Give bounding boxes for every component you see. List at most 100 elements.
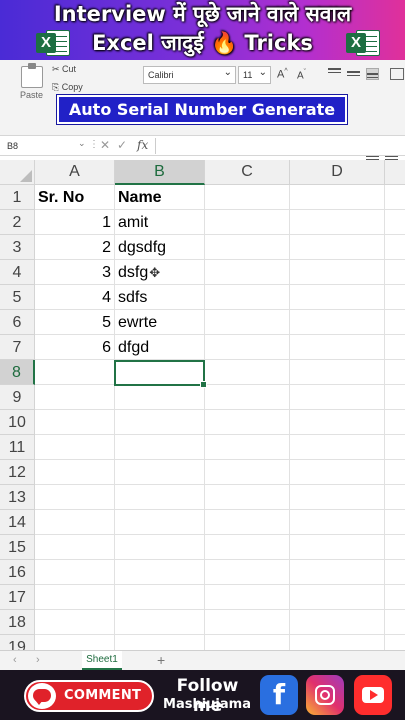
grid-cell[interactable]	[205, 460, 290, 485]
grid-cell[interactable]	[35, 410, 115, 435]
row-header-1[interactable]: 1	[0, 185, 35, 210]
grid-cell[interactable]	[385, 610, 405, 635]
column-header-d[interactable]: D	[290, 160, 385, 185]
grid-cell[interactable]	[205, 360, 290, 385]
cell-b4[interactable]: dsfg✥	[115, 260, 205, 285]
cell-b7[interactable]: dfgd	[115, 335, 205, 360]
increase-font-size-button[interactable]: A^	[277, 68, 288, 81]
grid-cell[interactable]	[290, 235, 385, 260]
row-header-13[interactable]: 13	[0, 485, 35, 510]
formula-input[interactable]	[155, 138, 405, 154]
align-middle-icon[interactable]	[347, 68, 360, 80]
grid-cell[interactable]	[205, 485, 290, 510]
cut-button[interactable]: ✂ Cut	[52, 64, 76, 75]
row-header-3[interactable]: 3	[0, 235, 35, 260]
grid-cell[interactable]	[290, 285, 385, 310]
grid-cell[interactable]	[290, 260, 385, 285]
row-header-15[interactable]: 15	[0, 535, 35, 560]
grid-cell[interactable]	[205, 635, 290, 650]
grid-cell[interactable]	[35, 560, 115, 585]
grid-cell[interactable]	[385, 635, 405, 650]
paste-icon[interactable]	[21, 63, 43, 88]
grid-cell[interactable]	[205, 535, 290, 560]
column-header-c[interactable]: C	[205, 160, 290, 185]
grid-cell[interactable]	[385, 360, 405, 385]
grid-cell[interactable]	[290, 485, 385, 510]
chevron-right-icon[interactable]: ›	[36, 654, 40, 666]
grid-cell[interactable]	[385, 185, 405, 210]
copy-button[interactable]: ⎘ Copy	[52, 82, 83, 93]
row-header-8[interactable]: 8	[0, 360, 35, 385]
grid-cell[interactable]	[385, 310, 405, 335]
cell-a5[interactable]: 4	[35, 285, 115, 310]
font-name-select[interactable]: Calibri	[143, 66, 236, 84]
cancel-icon[interactable]: ✕	[100, 138, 110, 152]
row-header-16[interactable]: 16	[0, 560, 35, 585]
grid-cell[interactable]	[205, 310, 290, 335]
grid-cell[interactable]	[385, 535, 405, 560]
grid-cell[interactable]	[35, 635, 115, 650]
grid-cell[interactable]	[205, 235, 290, 260]
cell-a7[interactable]: 6	[35, 335, 115, 360]
grid-cell[interactable]	[385, 260, 405, 285]
row-header-12[interactable]: 12	[0, 460, 35, 485]
grid-cell[interactable]	[290, 635, 385, 650]
grid-cell[interactable]	[385, 285, 405, 310]
row-header-18[interactable]: 18	[0, 610, 35, 635]
tab-sheet1[interactable]: Sheet1	[82, 651, 122, 670]
grid-cell[interactable]	[290, 460, 385, 485]
youtube-icon[interactable]	[354, 675, 392, 715]
cell-b3[interactable]: dgsdfg	[115, 235, 205, 260]
row-header-11[interactable]: 11	[0, 435, 35, 460]
row-header-19[interactable]: 19	[0, 635, 35, 650]
active-cell-b8[interactable]	[114, 360, 207, 388]
grid-cell[interactable]	[35, 360, 115, 385]
grid-cell[interactable]	[385, 385, 405, 410]
cell-b6[interactable]: ewrte	[115, 310, 205, 335]
name-box[interactable]: B8	[4, 139, 84, 154]
grid-cell[interactable]	[290, 510, 385, 535]
grid-cell[interactable]	[290, 560, 385, 585]
grid-cell[interactable]	[205, 510, 290, 535]
grid-cell[interactable]	[385, 510, 405, 535]
grid-cell[interactable]	[385, 485, 405, 510]
insert-function-icon[interactable]: fx	[137, 138, 148, 152]
grid-cell[interactable]	[385, 460, 405, 485]
grid-cell[interactable]	[290, 435, 385, 460]
grid-cell[interactable]	[115, 410, 205, 435]
grid-cell[interactable]	[35, 460, 115, 485]
chevron-down-icon[interactable]: ⌄	[78, 138, 86, 149]
grid-cell[interactable]	[205, 385, 290, 410]
cell-a4[interactable]: 3	[35, 260, 115, 285]
grid-cell[interactable]	[205, 435, 290, 460]
grid-cell[interactable]	[385, 210, 405, 235]
grid-cell[interactable]	[205, 410, 290, 435]
grid-cell[interactable]	[35, 535, 115, 560]
select-all-button[interactable]	[0, 160, 35, 185]
grid-cell[interactable]	[115, 510, 205, 535]
grid-cell[interactable]	[385, 410, 405, 435]
grid-cell[interactable]	[385, 335, 405, 360]
row-header-7[interactable]: 7	[0, 335, 35, 360]
row-header-5[interactable]: 5	[0, 285, 35, 310]
grid-cell[interactable]	[35, 435, 115, 460]
grid-cell[interactable]	[290, 335, 385, 360]
grid-cell[interactable]	[290, 360, 385, 385]
cell-a1[interactable]: Sr. No	[35, 185, 115, 210]
paste-button[interactable]: Paste	[20, 90, 43, 100]
row-header-14[interactable]: 14	[0, 510, 35, 535]
grid-cell[interactable]	[205, 185, 290, 210]
grid-cell[interactable]	[115, 485, 205, 510]
grid-cell[interactable]	[205, 610, 290, 635]
add-sheet-button[interactable]: +	[157, 652, 165, 668]
enter-icon[interactable]: ✓	[117, 138, 127, 152]
grid-cell[interactable]	[35, 385, 115, 410]
grid-cell[interactable]	[205, 285, 290, 310]
cell-b1[interactable]: Name	[115, 185, 205, 210]
row-header-2[interactable]: 2	[0, 210, 35, 235]
column-header-b[interactable]: B	[115, 160, 205, 185]
grid-cell[interactable]	[115, 585, 205, 610]
cell-b5[interactable]: sdfs	[115, 285, 205, 310]
grid-cell[interactable]	[385, 560, 405, 585]
row-header-9[interactable]: 9	[0, 385, 35, 410]
